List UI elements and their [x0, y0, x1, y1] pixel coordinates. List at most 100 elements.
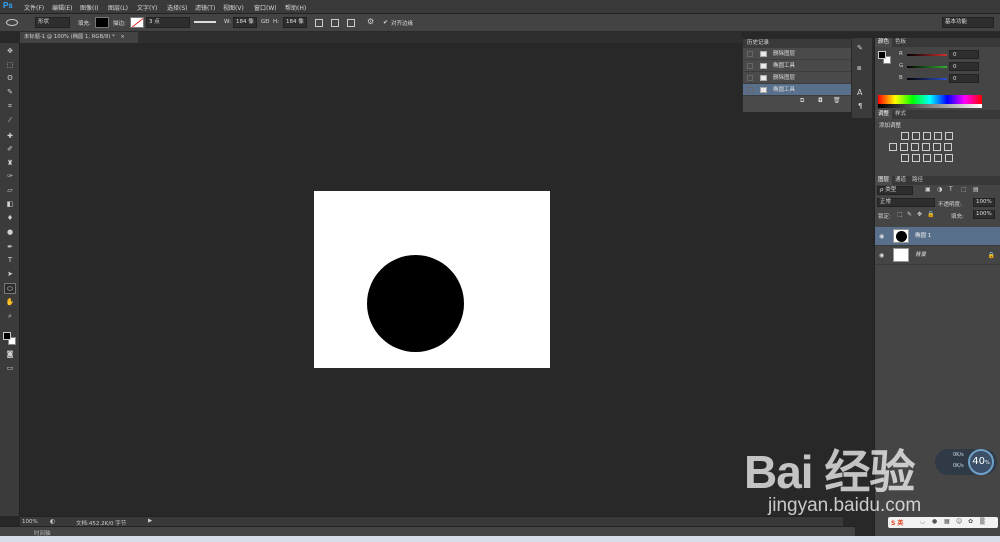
menu-item-4[interactable]: 文字(Y)	[137, 3, 157, 12]
selective-color-icon[interactable]	[945, 154, 953, 162]
link-icon[interactable]: GĐ	[261, 19, 270, 25]
status-menu-arrow-icon[interactable]: ▶	[148, 518, 152, 524]
align-edges-checkbox[interactable]: ✔	[383, 19, 388, 26]
filter-smart-icon[interactable]: ▤	[973, 186, 979, 193]
ime-tools-icon[interactable]: ▒	[980, 518, 985, 525]
hue-saturation-icon[interactable]	[889, 143, 897, 151]
tab-color[interactable]: 颜色	[875, 38, 893, 47]
stamp-tool-icon[interactable]: ♜	[4, 158, 16, 169]
color-balance-icon[interactable]	[900, 143, 908, 151]
history-state[interactable]: 删除图层	[743, 48, 851, 60]
foreground-color-swatch[interactable]	[3, 332, 11, 340]
eye-icon[interactable]: ◉	[879, 246, 884, 265]
gradient-tool-icon[interactable]: ◧	[4, 199, 16, 210]
crop-tool-icon[interactable]: ⌗	[4, 101, 16, 112]
height-field[interactable]: 184 像	[283, 17, 307, 28]
history-brush-tool-icon[interactable]: ✑	[4, 171, 16, 182]
stroke-type-icon[interactable]	[194, 21, 216, 23]
filter-pixel-icon[interactable]: ▣	[925, 186, 931, 193]
brush-tool-icon[interactable]: ✐	[4, 144, 16, 155]
foreground-swatch[interactable]	[878, 51, 886, 59]
history-state[interactable]: 删除图层	[743, 72, 851, 84]
layer-row[interactable]: ◉ 背景 🔒	[875, 246, 1000, 265]
ime-user-icon[interactable]: ☺	[956, 518, 962, 525]
channel-mixer-icon[interactable]	[933, 143, 941, 151]
ime-skin-icon[interactable]: ✿	[968, 518, 973, 525]
path-operations-icon[interactable]	[315, 19, 323, 27]
channel-slider[interactable]	[907, 54, 947, 56]
camera-icon[interactable]: ◘	[818, 97, 823, 104]
character-panel-icon[interactable]: A	[857, 88, 862, 97]
menu-item-5[interactable]: 选择(S)	[167, 3, 188, 12]
ellipse-tool-icon[interactable]: ⬭	[4, 283, 16, 294]
workspace-select[interactable]: 基本功能	[942, 17, 994, 28]
quick-select-tool-icon[interactable]: ✎	[4, 87, 16, 98]
channel-value-field[interactable]: 0	[949, 50, 979, 59]
brush-panel-icon[interactable]: ✎	[857, 44, 863, 52]
healing-brush-tool-icon[interactable]: ✚	[4, 131, 16, 142]
share-icon[interactable]: ◐	[50, 518, 55, 525]
path-alignment-icon[interactable]	[331, 19, 339, 27]
tool-mode-select[interactable]: 形状	[35, 17, 70, 28]
channel-slider[interactable]	[907, 78, 947, 80]
history-source-checkbox[interactable]	[747, 63, 753, 69]
menu-item-6[interactable]: 滤镜(T)	[195, 3, 215, 12]
path-arrangement-icon[interactable]	[347, 19, 355, 27]
grayscale-ramp[interactable]	[878, 104, 982, 108]
stroke-size-field[interactable]: 3 点	[146, 17, 190, 28]
layer-row[interactable]: ◉ 椭圆 1	[875, 227, 1000, 246]
exposure-icon[interactable]	[934, 132, 942, 140]
memory-meter[interactable]: 40%	[968, 449, 994, 475]
menu-item-1[interactable]: 编辑(E)	[52, 3, 72, 12]
ime-toolbar[interactable]: S 英 ◡ ● ▦ ☺ ✿ ▒	[888, 517, 998, 528]
paragraph-panel-icon[interactable]: ¶	[858, 102, 862, 110]
dodge-tool-icon[interactable]: ●	[4, 227, 16, 238]
color-spectrum-bar[interactable]	[878, 95, 982, 104]
lock-position-icon[interactable]: ✥	[917, 211, 922, 218]
ime-punctuation-icon[interactable]: ◡	[920, 518, 925, 525]
hand-tool-icon[interactable]: ✋	[4, 297, 16, 308]
channel-value-field[interactable]: 0	[949, 74, 979, 83]
photo-filter-icon[interactable]	[922, 143, 930, 151]
quick-mask-icon[interactable]: ◙	[4, 349, 16, 360]
vibrance-icon[interactable]	[945, 132, 953, 140]
gradient-map-icon[interactable]	[934, 154, 942, 162]
menu-item-8[interactable]: 窗口(W)	[254, 3, 277, 12]
tab-styles[interactable]: 样式	[892, 111, 909, 117]
opacity-field[interactable]: 100%	[973, 198, 995, 207]
filter-adjust-icon[interactable]: ◑	[937, 186, 942, 193]
marquee-tool-icon[interactable]: ⬚	[4, 60, 16, 71]
blur-tool-icon[interactable]: ♦	[4, 213, 16, 224]
move-tool-icon[interactable]: ✥	[4, 46, 16, 57]
history-state[interactable]: 椭圆工具	[743, 84, 851, 96]
trash-icon[interactable]: 🗑	[833, 97, 841, 104]
zoom-tool-icon[interactable]: ⌕	[4, 311, 16, 322]
layer-filter-select[interactable]: ρ 类型	[877, 186, 913, 195]
document-tab[interactable]: 未标题-1 @ 100% (椭圆 1, RGB/8) * ×	[20, 32, 138, 43]
channel-slider[interactable]	[907, 66, 947, 68]
history-panel-tab[interactable]: 历史记录	[743, 39, 851, 48]
history-state[interactable]: 椭圆工具	[743, 60, 851, 72]
tab-swatches[interactable]: 色板	[892, 39, 909, 45]
lock-pixels-icon[interactable]: ✎	[907, 211, 912, 218]
screen-mode-icon[interactable]: ▭	[4, 363, 16, 374]
posterize-icon[interactable]	[912, 154, 920, 162]
pen-tool-icon[interactable]: ✒	[4, 242, 16, 253]
tab-channels[interactable]: 通道	[892, 177, 909, 183]
lock-transparent-icon[interactable]: ⬚	[897, 211, 903, 218]
eyedropper-tool-icon[interactable]: ⁄	[4, 115, 16, 126]
tab-layers[interactable]: 图层	[875, 176, 893, 185]
fill-field[interactable]: 100%	[973, 210, 995, 219]
filter-shape-icon[interactable]: ⬚	[961, 186, 967, 193]
filter-type-icon[interactable]: T	[949, 186, 953, 193]
history-source-checkbox[interactable]	[747, 75, 753, 81]
lasso-tool-icon[interactable]: ʘ	[4, 73, 16, 84]
stroke-swatch[interactable]	[130, 17, 144, 28]
invert-icon[interactable]	[901, 154, 909, 162]
levels-icon[interactable]	[912, 132, 920, 140]
eraser-tool-icon[interactable]: ▱	[4, 185, 16, 196]
menu-item-3[interactable]: 图层(L)	[108, 3, 128, 12]
menu-item-9[interactable]: 帮助(H)	[285, 3, 306, 12]
windows-taskbar[interactable]	[0, 536, 1000, 542]
lock-all-icon[interactable]: 🔒	[927, 211, 934, 218]
